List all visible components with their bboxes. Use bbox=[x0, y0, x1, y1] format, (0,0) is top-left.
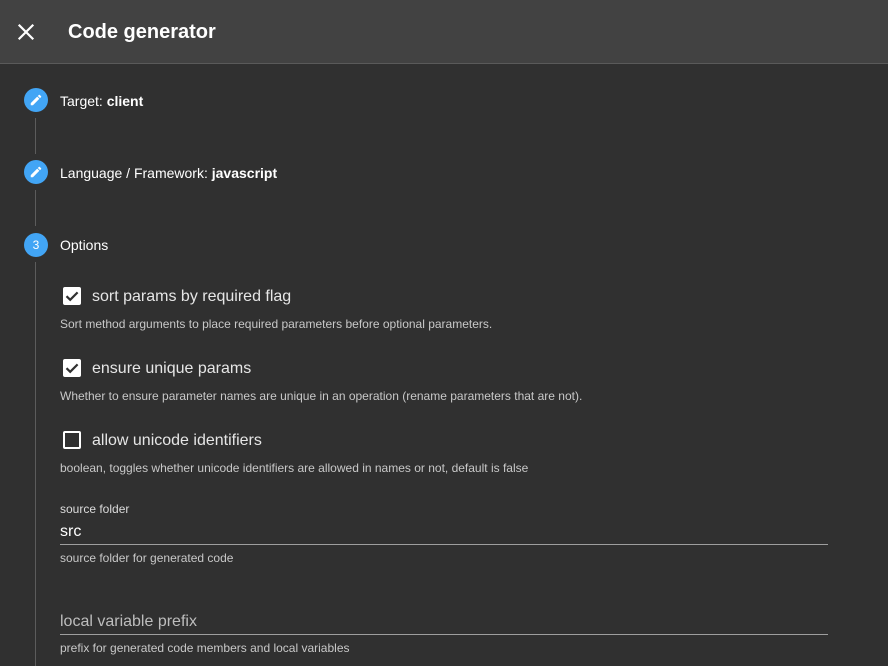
source-folder-input[interactable] bbox=[60, 520, 828, 545]
step-2-title: Language / Framework: bbox=[60, 165, 208, 181]
step-3-label: Options bbox=[60, 237, 109, 253]
step-3-indicator: 3 bbox=[24, 233, 48, 257]
pencil-icon bbox=[30, 94, 42, 106]
source-folder-label: source folder bbox=[60, 502, 130, 516]
step-1-title: Target: bbox=[60, 93, 103, 109]
step-2-edit-button[interactable] bbox=[24, 160, 48, 184]
ensure-unique-hint: Whether to ensure parameter names are un… bbox=[60, 389, 583, 403]
close-button[interactable] bbox=[14, 20, 38, 44]
ensure-unique-label[interactable]: ensure unique params bbox=[92, 359, 251, 379]
step-2-label[interactable]: Language / Framework: javascript bbox=[60, 163, 277, 183]
page-title: Code generator bbox=[68, 21, 216, 43]
stepper-connector bbox=[35, 118, 36, 154]
allow-unicode-checkbox[interactable] bbox=[63, 431, 81, 449]
allow-unicode-hint: boolean, toggles whether unicode identif… bbox=[60, 461, 529, 475]
step-2-value: javascript bbox=[211, 165, 278, 181]
stepper-connector bbox=[35, 190, 36, 226]
local-variable-prefix-hint: prefix for generated code members and lo… bbox=[60, 641, 350, 655]
step-3-number: 3 bbox=[32, 238, 40, 252]
pencil-icon bbox=[30, 166, 42, 178]
source-folder-hint: source folder for generated code bbox=[60, 551, 234, 565]
sort-params-hint: Sort method arguments to place required … bbox=[60, 317, 493, 331]
sort-params-label[interactable]: sort params by required flag bbox=[92, 287, 291, 307]
app-header: Code generator bbox=[0, 0, 888, 64]
local-variable-prefix-input[interactable] bbox=[60, 610, 828, 635]
ensure-unique-checkbox[interactable] bbox=[63, 359, 81, 377]
step-1-label[interactable]: Target: client bbox=[60, 91, 143, 111]
checkmark-icon bbox=[65, 291, 79, 302]
sort-params-checkbox[interactable] bbox=[63, 287, 81, 305]
checkmark-icon bbox=[65, 363, 79, 374]
allow-unicode-label[interactable]: allow unicode identifiers bbox=[92, 431, 262, 451]
close-icon bbox=[17, 23, 35, 41]
stepper-connector bbox=[35, 262, 36, 666]
step-1-value: client bbox=[106, 93, 144, 109]
step-1-edit-button[interactable] bbox=[24, 88, 48, 112]
